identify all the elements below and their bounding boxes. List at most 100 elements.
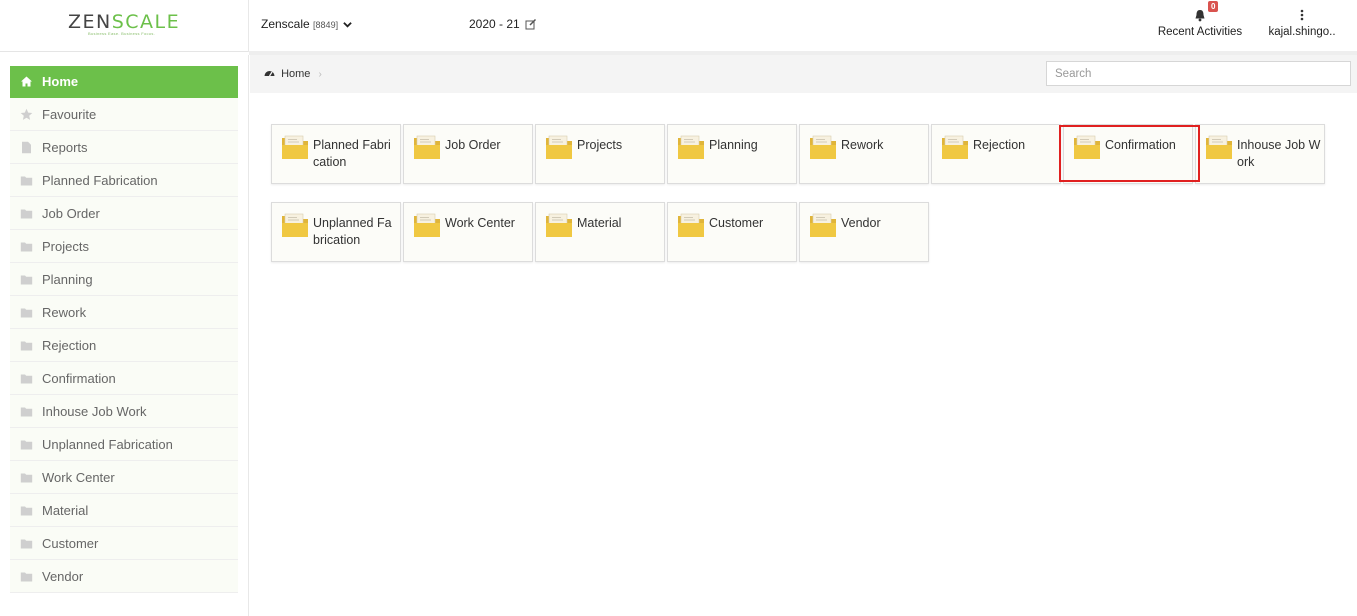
tile-material[interactable]: Material [535, 202, 665, 262]
home-icon [20, 75, 33, 88]
folder-icon [545, 134, 573, 160]
sidebar-item-rejection[interactable]: Rejection [10, 329, 238, 362]
sidebar-item-label: Rejection [42, 337, 97, 353]
sidebar-item-unplanned-fabrication[interactable]: Unplanned Fabrication [10, 428, 238, 461]
folder-icon [677, 212, 705, 238]
tile-planning[interactable]: Planning [667, 124, 797, 184]
sidebar-menu: Home Favourite Reports Planned Fabrication J… [10, 66, 238, 593]
bell-icon [1195, 10, 1205, 22]
folder-icon [1073, 134, 1101, 160]
tile-planned-fabrication[interactable]: Planned Fabrication [271, 124, 401, 184]
folder-icon [677, 134, 705, 160]
sidebar-item-confirmation[interactable]: Confirmation [10, 362, 238, 395]
tile-customer[interactable]: Customer [667, 202, 797, 262]
tile-label: Customer [709, 216, 764, 230]
tile-label: Confirmation [1105, 138, 1176, 152]
folder-icon [20, 306, 33, 319]
financial-year-selector[interactable]: 2020 - 21 [469, 17, 537, 31]
search-input[interactable] [1046, 61, 1351, 86]
sidebar-item-favourite[interactable]: Favourite [10, 98, 238, 131]
top-header: ZENSCALE Business Ease. Business Focus. … [0, 0, 1357, 52]
sidebar-item-planning[interactable]: Planning [10, 263, 238, 296]
folder-icon [941, 134, 969, 160]
edit-icon[interactable] [525, 18, 537, 30]
company-code: [8849] [313, 20, 339, 30]
tile-job-order[interactable]: Job Order [403, 124, 533, 184]
folder-icon [20, 240, 33, 253]
sidebar-item-label: Work Center [42, 469, 115, 485]
chevron-down-icon [343, 22, 353, 28]
sidebar-item-material[interactable]: Material [10, 494, 238, 527]
folder-icon [20, 537, 33, 550]
sidebar-item-home[interactable]: Home [10, 66, 238, 98]
sidebar-item-job-order[interactable]: Job Order [10, 197, 238, 230]
tile-rework[interactable]: Rework [799, 124, 929, 184]
company-selector[interactable]: Zenscale [8849] [261, 17, 353, 31]
sidebar-item-reports[interactable]: Reports [10, 131, 238, 164]
tile-label: Vendor [841, 216, 881, 230]
sidebar: Home Favourite Reports Planned Fabrication J… [0, 55, 249, 616]
file-icon [20, 141, 33, 154]
recent-activities-button[interactable]: 0 Recent Activities [1156, 1, 1244, 38]
tile-label: Material [577, 216, 622, 230]
tile-label: Rework [841, 138, 884, 152]
folder-icon [1205, 134, 1233, 160]
username-label: kajal.shingo.. [1268, 26, 1336, 38]
tile-inhouse-job-work[interactable]: Inhouse Job Work [1195, 124, 1325, 184]
sidebar-item-work-center[interactable]: Work Center [10, 461, 238, 494]
folder-icon [281, 212, 309, 238]
breadcrumb-separator: › [318, 69, 322, 80]
sidebar-item-label: Rework [42, 304, 87, 320]
dashboard-icon [264, 71, 275, 77]
company-name: Zenscale [261, 17, 310, 31]
tile-work-center[interactable]: Work Center [403, 202, 533, 262]
star-icon [20, 108, 33, 121]
sidebar-item-label: Unplanned Fabrication [42, 436, 173, 452]
tile-label: Projects [577, 138, 623, 152]
tile-projects[interactable]: Projects [535, 124, 665, 184]
folder-icon [20, 471, 33, 484]
folder-icon [20, 504, 33, 517]
tile-confirmation[interactable]: Confirmation [1063, 124, 1193, 184]
folder-icon [20, 372, 33, 385]
sidebar-item-inhouse-job-work[interactable]: Inhouse Job Work [10, 395, 238, 428]
folder-icon [20, 339, 33, 352]
sidebar-item-planned-fabrication[interactable]: Planned Fabrication [10, 164, 238, 197]
folder-icon [20, 174, 33, 187]
user-menu[interactable]: kajal.shingo.. [1262, 9, 1342, 38]
logo-area[interactable]: ZENSCALE Business Ease. Business Focus. [0, 0, 249, 52]
tile-rejection[interactable]: Rejection [931, 124, 1061, 184]
sidebar-item-projects[interactable]: Projects [10, 230, 238, 263]
tile-label: Planned Fabrication [313, 138, 391, 169]
sidebar-item-label: Projects [42, 238, 89, 254]
sidebar-item-rework[interactable]: Rework [10, 296, 238, 329]
tile-label: Job Order [445, 138, 501, 152]
sidebar-item-label: Job Order [42, 205, 100, 221]
tile-label: Work Center [445, 216, 515, 230]
sidebar-item-customer[interactable]: Customer [10, 527, 238, 560]
sidebar-item-label: Planned Fabrication [42, 172, 158, 188]
tile-vendor[interactable]: Vendor [799, 202, 929, 262]
folder-icon [413, 212, 441, 238]
sidebar-item-label: Reports [42, 139, 88, 155]
folder-icon [413, 134, 441, 160]
tile-label: Rejection [973, 138, 1026, 152]
sidebar-item-label: Planning [42, 271, 93, 287]
financial-year-value: 2020 - 21 [469, 17, 520, 31]
more-vertical-icon [1300, 9, 1304, 21]
folder-icon [20, 438, 33, 451]
zenscale-logo[interactable]: ZENSCALE [68, 11, 180, 33]
sidebar-item-label: Confirmation [42, 370, 116, 386]
sidebar-item-vendor[interactable]: Vendor [10, 560, 238, 593]
tile-label: Unplanned Fabrication [313, 216, 392, 247]
folder-icon [281, 134, 309, 160]
folder-icon [20, 570, 33, 583]
sidebar-item-label: Home [42, 74, 79, 89]
sidebar-item-label: Customer [42, 535, 99, 551]
breadcrumb-home[interactable]: Home [281, 68, 310, 80]
folder-icon [20, 405, 33, 418]
tile-unplanned-fabrication[interactable]: Unplanned Fabrication [271, 202, 401, 262]
breadcrumb: Home › [264, 68, 322, 80]
folder-icon [20, 207, 33, 220]
recent-activities-label: Recent Activities [1157, 26, 1243, 38]
